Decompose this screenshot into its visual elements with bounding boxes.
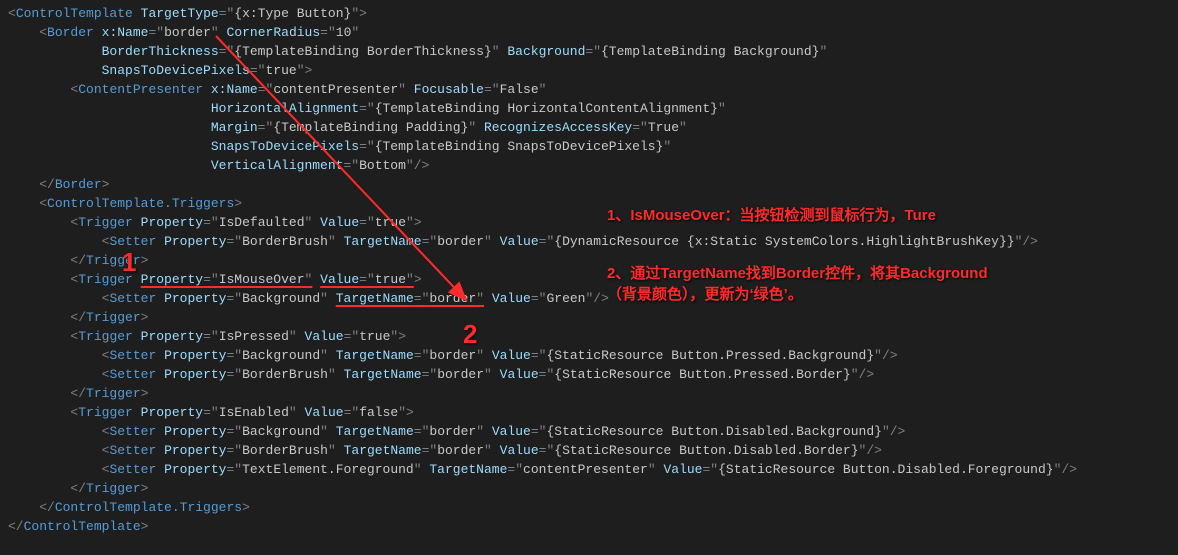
code-line[interactable]: </ControlTemplate.Triggers> [0,498,1178,517]
code-line[interactable]: BorderThickness="{TemplateBinding Border… [0,42,1178,61]
code-line[interactable]: <Border x:Name="border" CornerRadius="10… [0,23,1178,42]
code-line[interactable]: </Trigger> [0,308,1178,327]
code-line[interactable]: <ControlTemplate TargetType="{x:Type But… [0,4,1178,23]
code-line[interactable]: <Trigger Property="IsPressed" Value="tru… [0,327,1178,346]
code-line[interactable]: </ControlTemplate> [0,517,1178,536]
code-line[interactable]: VerticalAlignment="Bottom"/> [0,156,1178,175]
code-line[interactable]: <Setter Property="BorderBrush" TargetNam… [0,441,1178,460]
code-line[interactable]: <Trigger Property="IsDefaulted" Value="t… [0,213,1178,232]
code-line[interactable]: Margin="{TemplateBinding Padding}" Recog… [0,118,1178,137]
code-line[interactable]: <Trigger Property="IsMouseOver" Value="t… [0,270,1178,289]
code-line[interactable]: <Setter Property="BorderBrush" TargetNam… [0,365,1178,384]
code-line[interactable]: <Setter Property="BorderBrush" TargetNam… [0,232,1178,251]
code-line[interactable]: <ContentPresenter x:Name="contentPresent… [0,80,1178,99]
code-line[interactable]: <ControlTemplate.Triggers> [0,194,1178,213]
code-line[interactable]: </Trigger> [0,251,1178,270]
xaml-code-editor[interactable]: <ControlTemplate TargetType="{x:Type But… [0,4,1178,536]
code-line[interactable]: <Setter Property="Background" TargetName… [0,346,1178,365]
code-line[interactable]: </Trigger> [0,384,1178,403]
code-line[interactable]: </Border> [0,175,1178,194]
code-line[interactable]: HorizontalAlignment="{TemplateBinding Ho… [0,99,1178,118]
code-line[interactable]: <Setter Property="Background" TargetName… [0,289,1178,308]
code-line[interactable]: </Trigger> [0,479,1178,498]
code-line[interactable]: <Setter Property="TextElement.Foreground… [0,460,1178,479]
code-line[interactable]: <Setter Property="Background" TargetName… [0,422,1178,441]
code-line[interactable]: <Trigger Property="IsEnabled" Value="fal… [0,403,1178,422]
code-line[interactable]: SnapsToDevicePixels="{TemplateBinding Sn… [0,137,1178,156]
code-line[interactable]: SnapsToDevicePixels="true"> [0,61,1178,80]
